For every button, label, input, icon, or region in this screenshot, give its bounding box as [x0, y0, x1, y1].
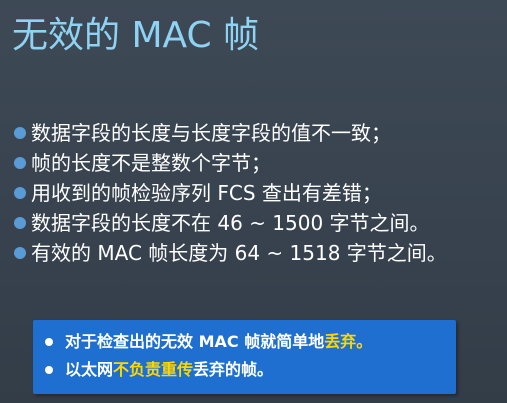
bullet-dot-icon	[14, 187, 26, 199]
callout-item-no-retransmit: 以太网不负责重传丢弃的帧。	[45, 358, 273, 382]
bullet-item: 用收到的帧检验序列 FCS 查出有差错；	[14, 178, 506, 208]
callout-item-discard: 对于检查出的无效 MAC 帧就简单地丢弃。	[45, 330, 372, 354]
bullet-text: 数据字段的长度与长度字段的值不一致；	[31, 121, 391, 145]
bullet-item: 有效的 MAC 帧长度为 64 ~ 1518 字节之间。	[14, 238, 506, 268]
bullet-text: 帧的长度不是整数个字节；	[31, 151, 271, 175]
bullet-text: 数据字段的长度不在 46 ~ 1500 字节之间。	[31, 211, 430, 235]
bullet-item: 帧的长度不是整数个字节；	[14, 148, 506, 178]
callout-dot-icon	[45, 338, 53, 346]
callout-highlight: 丢弃。	[324, 332, 373, 351]
bullet-dot-icon	[14, 217, 26, 229]
callout-text: 对于检查出的无效 MAC 帧就简单地	[65, 332, 325, 351]
callout-dot-icon	[45, 366, 53, 374]
callout-text-prefix: 以太网	[65, 360, 114, 379]
bullet-item: 数据字段的长度与长度字段的值不一致；	[14, 118, 506, 148]
bullet-dot-icon	[14, 247, 26, 259]
callout-highlight: 不负责重传	[113, 360, 194, 379]
bullet-text: 有效的 MAC 帧长度为 64 ~ 1518 字节之间。	[31, 241, 447, 265]
bullet-text: 用收到的帧检验序列 FCS 查出有差错；	[31, 181, 382, 205]
callout-text-suffix: 丢弃的帧。	[193, 360, 274, 379]
bullet-dot-icon	[14, 157, 26, 169]
slide: 无效的 MAC 帧 数据字段的长度与长度字段的值不一致； 帧的长度不是整数个字节…	[0, 0, 507, 403]
bullet-dot-icon	[14, 127, 26, 139]
bullet-list: 数据字段的长度与长度字段的值不一致； 帧的长度不是整数个字节； 用收到的帧检验序…	[14, 118, 506, 268]
slide-title: 无效的 MAC 帧	[12, 15, 260, 56]
callout-box: 对于检查出的无效 MAC 帧就简单地丢弃。 以太网不负责重传丢弃的帧。	[33, 320, 456, 394]
bullet-item: 数据字段的长度不在 46 ~ 1500 字节之间。	[14, 208, 506, 238]
